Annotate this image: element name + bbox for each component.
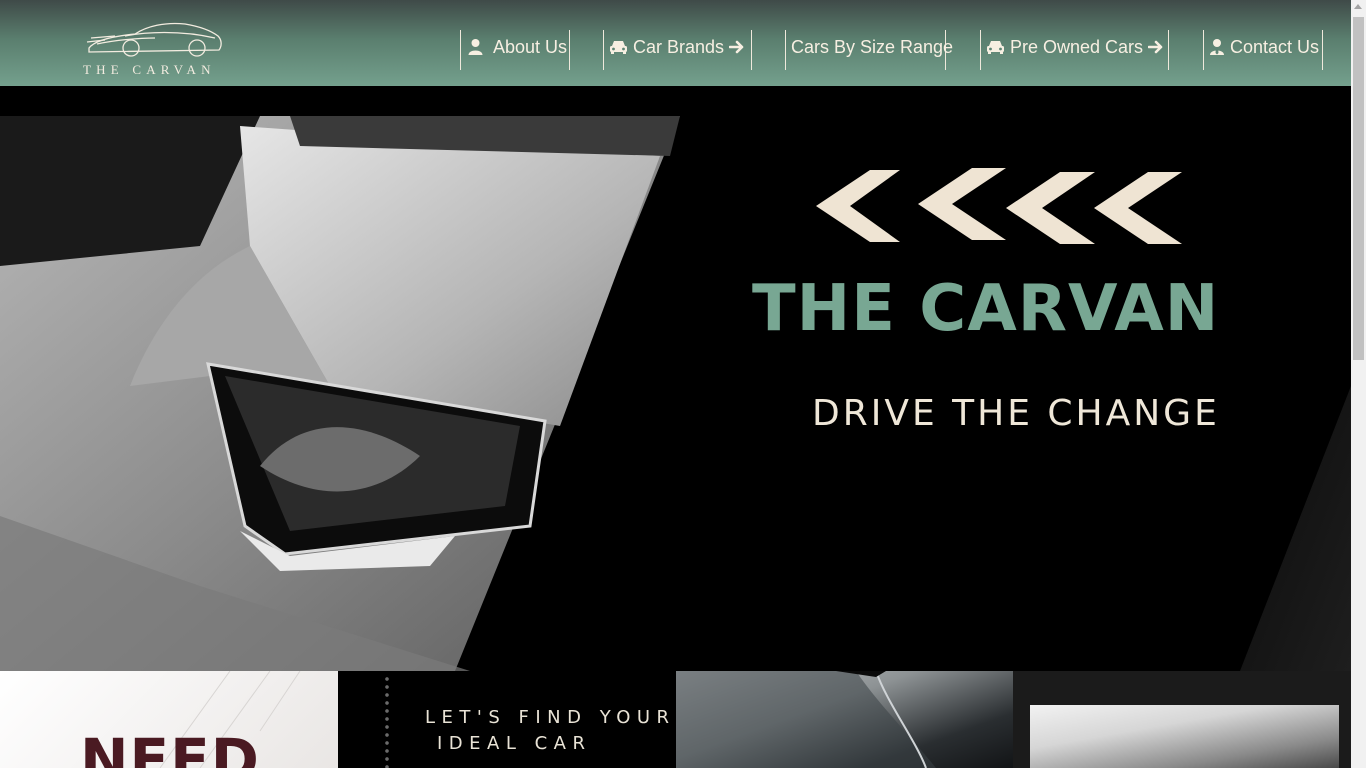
- nav-label: Car Brands: [633, 37, 725, 57]
- chevrons-left-icon: [816, 168, 1182, 244]
- page-scrollbar[interactable]: [1351, 0, 1366, 768]
- car-hood-image[interactable]: [676, 671, 1013, 768]
- nav-pre-owned-cars[interactable]: Pre Owned Cars: [980, 30, 1169, 70]
- find-car-tagline: LET'S FIND YOUR IDEAL CAR: [425, 705, 685, 757]
- nav-car-brands[interactable]: Car Brands: [603, 30, 752, 70]
- scroll-up-arrow-icon[interactable]: [1354, 4, 1362, 9]
- nav-contact-us[interactable]: Contact Us: [1203, 30, 1323, 70]
- logo-text: THE CARVAN: [83, 62, 216, 77]
- site-header: THE CARVAN About Us Car Brands Cars By S…: [0, 0, 1351, 86]
- nav-label: About Us: [493, 37, 568, 57]
- dotted-divider: [385, 675, 389, 768]
- nav-label: Cars By Size Range: [791, 37, 954, 57]
- hero-tagline: DRIVE THE CHANGE: [812, 393, 1220, 434]
- tagline-line-1: LET'S FIND YOUR: [425, 707, 676, 728]
- nav-label: Contact Us: [1230, 37, 1320, 57]
- sports-car-image: [1030, 705, 1339, 768]
- arrow-right-icon: [729, 40, 744, 54]
- car-interior-tile[interactable]: [1013, 671, 1351, 768]
- car-logo-icon: [86, 22, 222, 57]
- car-icon: [987, 41, 1004, 54]
- nav-cars-by-size-range[interactable]: Cars By Size Range: [785, 30, 953, 70]
- need-tile[interactable]: NEED: [0, 671, 338, 768]
- nav-label: Pre Owned Cars: [1010, 37, 1144, 57]
- arrow-right-icon: [1148, 40, 1163, 54]
- car-icon: [610, 41, 627, 54]
- logo[interactable]: THE CARVAN: [80, 18, 230, 80]
- car-hood-shape: [676, 671, 936, 768]
- user-tie-icon: [1210, 39, 1224, 55]
- nav-about-us[interactable]: About Us: [460, 30, 570, 70]
- scroll-thumb[interactable]: [1353, 17, 1364, 360]
- hero-title: THE CARVAN: [752, 272, 1220, 346]
- hero-banner: THE CARVAN DRIVE THE CHANGE: [0, 86, 1351, 671]
- featured-strip: NEED LET'S FIND YOUR IDEAL CAR: [0, 671, 1351, 768]
- tagline-line-2: IDEAL CAR: [437, 733, 592, 754]
- need-text: NEED: [80, 726, 260, 768]
- user-icon: [468, 39, 483, 55]
